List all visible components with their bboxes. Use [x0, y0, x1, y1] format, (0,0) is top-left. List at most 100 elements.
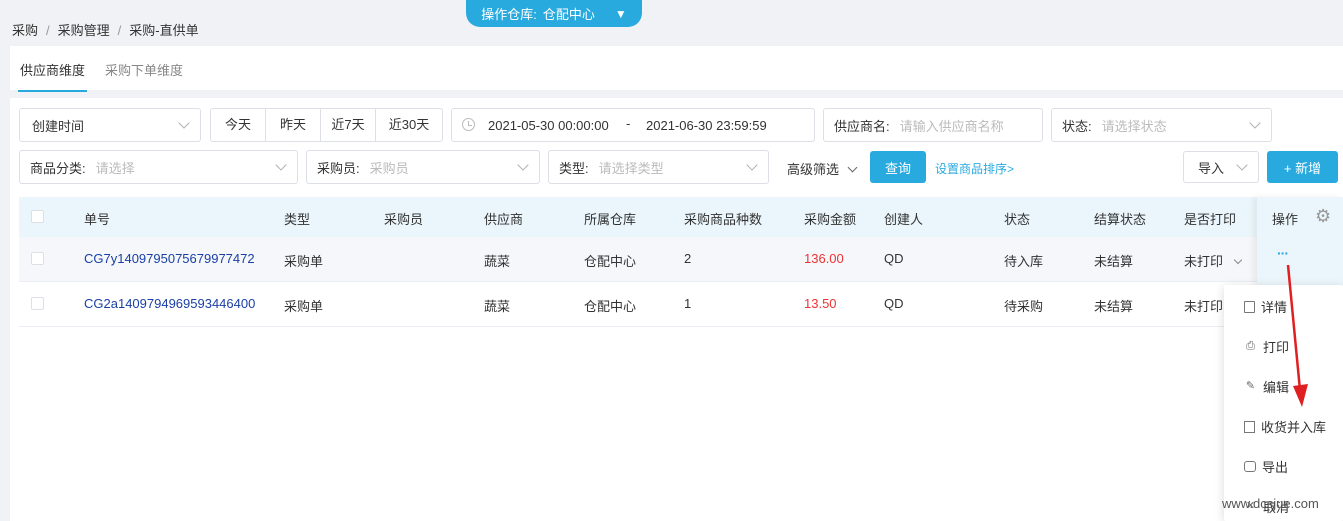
warehouse-label: 操作仓库: [481, 7, 537, 22]
range-7days-button[interactable]: 近7天 [321, 109, 376, 141]
detail-icon [1244, 300, 1255, 313]
chevron-down-icon [847, 162, 858, 173]
date-type-select[interactable]: 创建时间 [19, 108, 201, 142]
row-checkbox[interactable] [31, 297, 44, 310]
supplier-name-input[interactable]: 请输入供应商名称 [890, 116, 1004, 135]
cell-status: 待入库 [1004, 254, 1044, 269]
advanced-filter-label: 高级筛选 [787, 162, 840, 177]
import-button[interactable]: 导入 [1183, 151, 1259, 183]
cell-type: 采购单 [284, 299, 324, 314]
order-code-link[interactable]: CG2a1409794969593446400 [84, 296, 255, 311]
warehouse-switcher[interactable]: 操作仓库: 仓配中心 ▼ [466, 0, 642, 27]
select-all-checkbox[interactable] [31, 210, 44, 223]
range-today-button[interactable]: 今天 [211, 109, 266, 141]
advanced-filter-toggle[interactable]: 高级筛选 [787, 159, 858, 178]
category-placeholder: 请选择 [95, 160, 135, 176]
column-header: 供应商 [484, 212, 524, 227]
column-header: 创建人 [884, 212, 924, 227]
warehouse-value: 仓配中心 [542, 7, 595, 22]
breadcrumb: 采购 / 采购管理 / 采购-直供单 [12, 23, 199, 38]
print-status-value: 未打印 [1184, 254, 1224, 269]
tab-order-dimension[interactable]: 采购下单维度 [105, 60, 183, 79]
cell-creator: QD [884, 296, 904, 311]
cell-settle-status: 未结算 [1094, 254, 1134, 269]
cell-status: 待采购 [1004, 299, 1044, 314]
cell-count: 2 [684, 251, 692, 266]
chevron-down-icon [1249, 117, 1261, 129]
top-bar: 采购 / 采购管理 / 采购-直供单 操作仓库: 仓配中心 ▼ [0, 0, 1343, 46]
order-code-link[interactable]: CG7y1409795075679977472 [84, 251, 255, 266]
menu-item-label: 收货并入库 [1261, 420, 1327, 435]
buyer-label: 采购员: [317, 160, 360, 176]
chevron-down-icon: ▼ [614, 6, 627, 21]
annotation-arrow-icon [1286, 264, 1308, 407]
cell-type: 采购单 [284, 254, 324, 269]
category-select[interactable]: 商品分类: 请选择 [19, 150, 298, 184]
category-label: 商品分类: [30, 160, 86, 176]
breadcrumb-item[interactable]: 采购 [12, 23, 38, 38]
table-row: CG2a1409794969593446400 采购单 蔬菜 仓配中心 1 13… [19, 282, 1343, 327]
import-label: 导入 [1198, 160, 1225, 176]
query-button[interactable]: 查询 [870, 151, 926, 183]
cell-warehouse: 仓配中心 [584, 254, 637, 269]
type-label: 类型: [559, 160, 589, 176]
chevron-down-icon [1233, 255, 1242, 265]
cell-amount: 13.50 [804, 296, 837, 311]
menu-item-receive-stock[interactable]: 收货并入库 [1244, 417, 1326, 436]
type-select[interactable]: 类型: 请选择类型 [548, 150, 769, 184]
column-header: 采购员 [384, 212, 424, 227]
date-end[interactable]: 2021-06-30 23:59:59 [646, 118, 767, 133]
chevron-down-icon [746, 159, 758, 171]
row-checkbox[interactable] [31, 252, 44, 265]
supplier-name-field[interactable]: 供应商名: 请输入供应商名称 [823, 108, 1043, 142]
table-header: 单号 类型 采购员 供应商 所属仓库 采购商品种数 采购金额 创建人 状态 结算… [19, 197, 1343, 237]
cell-print-status: 未打印 [1184, 299, 1224, 314]
tab-supplier-dimension[interactable]: 供应商维度 [17, 60, 88, 92]
edit-icon: ✎ [1245, 380, 1256, 392]
column-header: 结算状态 [1094, 212, 1147, 227]
cell-warehouse: 仓配中心 [584, 299, 637, 314]
clock-icon [462, 118, 475, 131]
column-header: 采购商品种数 [684, 212, 763, 227]
menu-item-label: 导出 [1262, 460, 1289, 475]
supplier-name-label: 供应商名: [834, 118, 890, 134]
date-separator: - [626, 116, 631, 131]
date-type-value: 创建时间 [32, 118, 85, 134]
cell-supplier: 蔬菜 [484, 254, 511, 269]
export-icon [1244, 461, 1256, 472]
status-placeholder: 请选择状态 [1101, 118, 1167, 134]
chevron-down-icon [178, 117, 190, 129]
printer-icon: ⎙ [1246, 340, 1255, 352]
date-start[interactable]: 2021-05-30 00:00:00 [488, 118, 609, 133]
range-yesterday-button[interactable]: 昨天 [266, 109, 321, 141]
chevron-down-icon [1236, 159, 1248, 171]
dimension-tabs: 供应商维度 采购下单维度 [10, 46, 1343, 92]
sort-settings-link[interactable]: 设置商品排序> [935, 160, 1014, 177]
column-header: 采购金额 [804, 212, 857, 227]
column-header: 单号 [84, 212, 111, 227]
menu-item-export[interactable]: 导出 [1244, 457, 1288, 476]
table-row: CG7y1409795075679977472 采购单 蔬菜 仓配中心 2 13… [19, 237, 1343, 282]
quick-range-group: 今天 昨天 近7天 近30天 [210, 108, 443, 142]
range-30days-button[interactable]: 近30天 [376, 109, 442, 141]
column-header: 是否打印 [1184, 212, 1237, 227]
add-button[interactable]: + 新增 [1267, 151, 1338, 183]
buyer-placeholder: 采购员 [369, 160, 409, 176]
buyer-select[interactable]: 采购员: 采购员 [306, 150, 540, 184]
chevron-down-icon [517, 159, 529, 171]
cell-supplier: 蔬菜 [484, 299, 511, 314]
cell-settle-status: 未结算 [1094, 299, 1134, 314]
column-header: 操作 [1272, 212, 1299, 227]
main-panel: 创建时间 今天 昨天 近7天 近30天 2021-05-30 00:00:00 … [10, 98, 1343, 521]
breadcrumb-item[interactable]: 采购管理 [58, 23, 110, 38]
status-select[interactable]: 状态: 请选择状态 [1051, 108, 1272, 142]
status-label: 状态: [1062, 118, 1092, 134]
gear-icon[interactable]: ⚙ [1315, 206, 1331, 227]
more-actions-button[interactable]: ··· [1277, 245, 1289, 261]
cell-amount: 136.00 [804, 251, 844, 266]
date-range-picker[interactable]: 2021-05-30 00:00:00 - 2021-06-30 23:59:5… [451, 108, 815, 142]
print-status-select[interactable]: 未打印 [1184, 251, 1242, 270]
receive-icon [1244, 420, 1255, 433]
column-header: 状态 [1004, 212, 1031, 227]
cell-creator: QD [884, 251, 904, 266]
